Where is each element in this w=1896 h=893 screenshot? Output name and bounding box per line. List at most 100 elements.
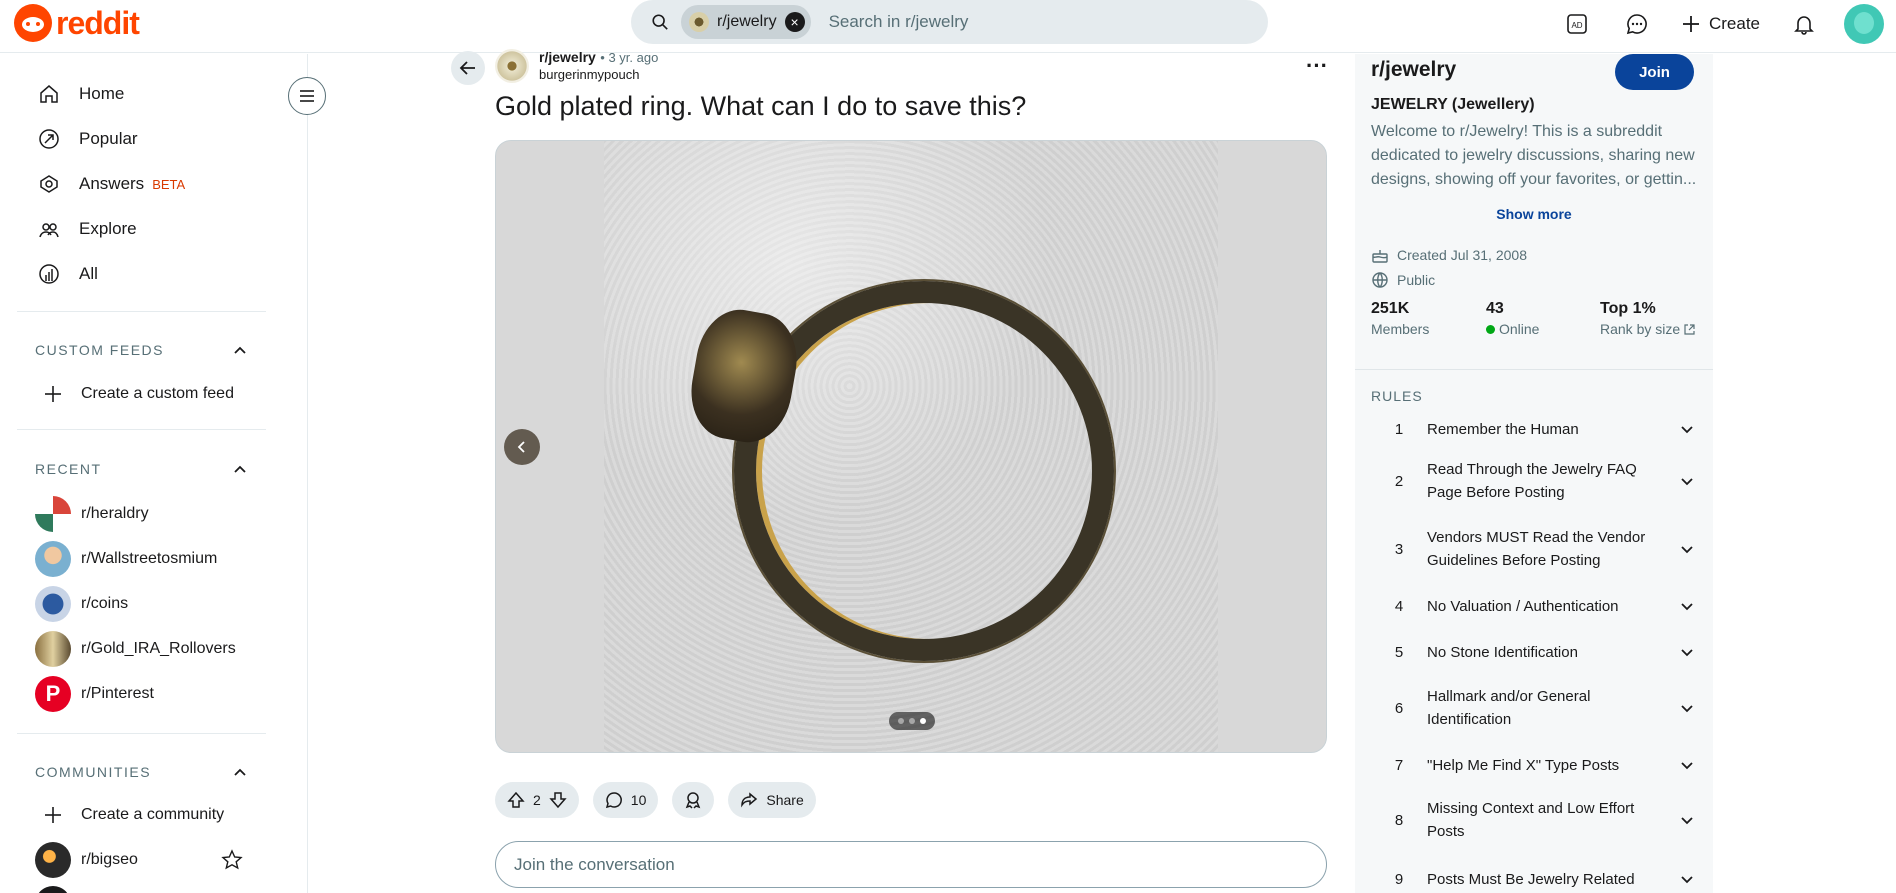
- post-title: Gold plated ring. What can I do to save …: [495, 91, 1027, 121]
- chat-button[interactable]: [1617, 4, 1657, 44]
- upvote-icon[interactable]: [507, 791, 525, 809]
- post-gallery[interactable]: [495, 140, 1327, 753]
- chevron-down-icon: [1681, 817, 1693, 825]
- online-value: 43: [1486, 300, 1504, 317]
- community-item-partial: [35, 884, 255, 893]
- sidebar-item-explore[interactable]: Explore: [37, 209, 137, 249]
- globe-icon: [1372, 272, 1388, 288]
- chevron-up-icon: [234, 346, 246, 354]
- search-input[interactable]: Search in r/jewelry: [829, 12, 969, 32]
- rule-item[interactable]: 3 Vendors MUST Read the Vendor Guideline…: [1371, 521, 1697, 577]
- chevron-down-icon: [1681, 876, 1693, 884]
- recent-item-label: r/Gold_IRA_Rollovers: [81, 640, 236, 657]
- recent-item-heraldry[interactable]: r/heraldry: [35, 494, 255, 534]
- gallery-dot[interactable]: [909, 718, 915, 724]
- sidebar-item-label: Explore: [79, 219, 137, 238]
- post-subreddit-link[interactable]: r/jewelry: [539, 49, 596, 65]
- community-name: r/jewelry: [1371, 58, 1457, 81]
- advertise-button[interactable]: AD: [1557, 4, 1597, 44]
- recent-item-label: r/coins: [81, 595, 129, 612]
- create-button[interactable]: Create: [1677, 14, 1764, 34]
- created-date: Created Jul 31, 2008: [1397, 247, 1527, 263]
- notifications-button[interactable]: [1784, 4, 1824, 44]
- recent-item-coins[interactable]: r/coins: [35, 584, 255, 624]
- ad-icon: AD: [1567, 14, 1587, 34]
- communities-header[interactable]: COMMUNITIES: [35, 760, 247, 784]
- chevron-down-icon: [1681, 762, 1693, 770]
- rule-item[interactable]: 1 Remember the Human: [1371, 412, 1697, 446]
- award-button[interactable]: [672, 782, 715, 818]
- create-community-label: Create a community: [81, 806, 225, 823]
- share-button[interactable]: Share: [728, 782, 816, 818]
- online-stat: 43 Online: [1486, 300, 1539, 337]
- sidebar-item-label: Popular: [79, 129, 138, 148]
- back-button[interactable]: [451, 51, 485, 85]
- chat-icon: [1626, 14, 1647, 35]
- recent-item-gold-ira-rollovers[interactable]: r/Gold_IRA_Rollovers: [35, 629, 255, 669]
- custom-feeds-header[interactable]: CUSTOM FEEDS: [35, 338, 247, 362]
- rank-value: Top 1%: [1600, 300, 1656, 317]
- recent-item-wallstreetosmium[interactable]: r/Wallstreetosmium: [35, 539, 255, 579]
- post-meta: r/jewelry • 3 yr. ago burgerinmypouch: [495, 49, 658, 83]
- star-icon[interactable]: [221, 849, 243, 871]
- rule-item[interactable]: 6 Hallmark and/or General Identification: [1371, 680, 1697, 736]
- community-item-bigseo[interactable]: r/bigseo: [35, 840, 255, 880]
- gallery-dot[interactable]: [898, 718, 904, 724]
- create-label: Create: [1708, 14, 1760, 33]
- recent-item-label: r/Wallstreetosmium: [81, 550, 218, 567]
- community-sidebar: r/jewelry Join JEWELRY (Jewellery) Welco…: [1355, 54, 1713, 893]
- subreddit-avatar[interactable]: [495, 49, 529, 83]
- join-button[interactable]: Join: [1615, 54, 1694, 90]
- rule-item[interactable]: 9 Posts Must Be Jewelry Related: [1371, 862, 1697, 893]
- share-icon: [741, 792, 758, 808]
- rank-label: Rank by size: [1600, 321, 1681, 337]
- rules-title: RULES: [1371, 388, 1423, 404]
- rule-item[interactable]: 8 Missing Context and Low Effort Posts: [1371, 792, 1697, 848]
- custom-feeds-title: CUSTOM FEEDS: [35, 342, 164, 358]
- downvote-icon[interactable]: [549, 791, 567, 809]
- answers-icon: [37, 172, 61, 196]
- plus-icon: [45, 386, 61, 402]
- chevron-down-icon: [1681, 705, 1693, 713]
- post-author-link[interactable]: burgerinmypouch: [539, 66, 658, 83]
- rule-item[interactable]: 4 No Valuation / Authentication: [1371, 589, 1697, 623]
- popular-icon: [37, 127, 61, 151]
- more-options-icon[interactable]: ···: [1302, 53, 1332, 78]
- visibility-row: Public: [1371, 271, 1435, 289]
- rule-number: 8: [1394, 811, 1404, 829]
- left-sidebar: Home Popular Answers BETA Explore All CUS…: [0, 54, 308, 893]
- create-custom-feed-button[interactable]: Create a custom feed: [35, 374, 255, 414]
- chevron-down-icon: [1681, 478, 1693, 486]
- recent-header[interactable]: RECENT: [35, 457, 247, 481]
- visibility-label: Public: [1397, 272, 1436, 288]
- comment-input[interactable]: Join the conversation: [495, 841, 1327, 888]
- rule-text: Read Through the Jewelry FAQ Page Before…: [1427, 461, 1637, 501]
- gallery-prev-button[interactable]: [504, 429, 540, 465]
- chevron-up-icon: [234, 768, 246, 776]
- collapse-sidebar-button[interactable]: [288, 77, 326, 115]
- plus-icon: [45, 807, 61, 823]
- create-community-button[interactable]: Create a community: [35, 795, 255, 835]
- sidebar-item-answers[interactable]: Answers BETA: [37, 164, 185, 204]
- sidebar-item-popular[interactable]: Popular: [37, 119, 138, 159]
- comments-button[interactable]: 10: [592, 782, 659, 818]
- home-icon: [37, 82, 61, 106]
- clear-scope-icon[interactable]: ×: [784, 12, 805, 32]
- sidebar-item-all[interactable]: All: [37, 254, 98, 294]
- explore-icon: [37, 217, 61, 241]
- gallery-dot-active[interactable]: [920, 718, 926, 724]
- user-avatar[interactable]: [1844, 4, 1884, 44]
- recent-item-pinterest[interactable]: P r/Pinterest: [35, 674, 255, 714]
- search-icon: [652, 14, 668, 30]
- rank-stat[interactable]: Top 1% Rank by size: [1600, 300, 1695, 337]
- rule-item[interactable]: 7 "Help Me Find X" Type Posts: [1371, 748, 1697, 782]
- rule-item[interactable]: 2 Read Through the Jewelry FAQ Page Befo…: [1371, 453, 1697, 509]
- search-bar[interactable]: r/jewelry × Search in r/jewelry: [631, 0, 1268, 44]
- show-more-button[interactable]: Show more: [1355, 206, 1713, 222]
- rule-item[interactable]: 5 No Stone Identification: [1371, 635, 1697, 669]
- reddit-logo[interactable]: reddit: [14, 4, 140, 42]
- search-scope-chip[interactable]: r/jewelry ×: [681, 5, 811, 39]
- sidebar-item-home[interactable]: Home: [37, 74, 124, 114]
- sidebar-divider: [17, 429, 266, 430]
- sidebar-item-label: All: [79, 264, 98, 283]
